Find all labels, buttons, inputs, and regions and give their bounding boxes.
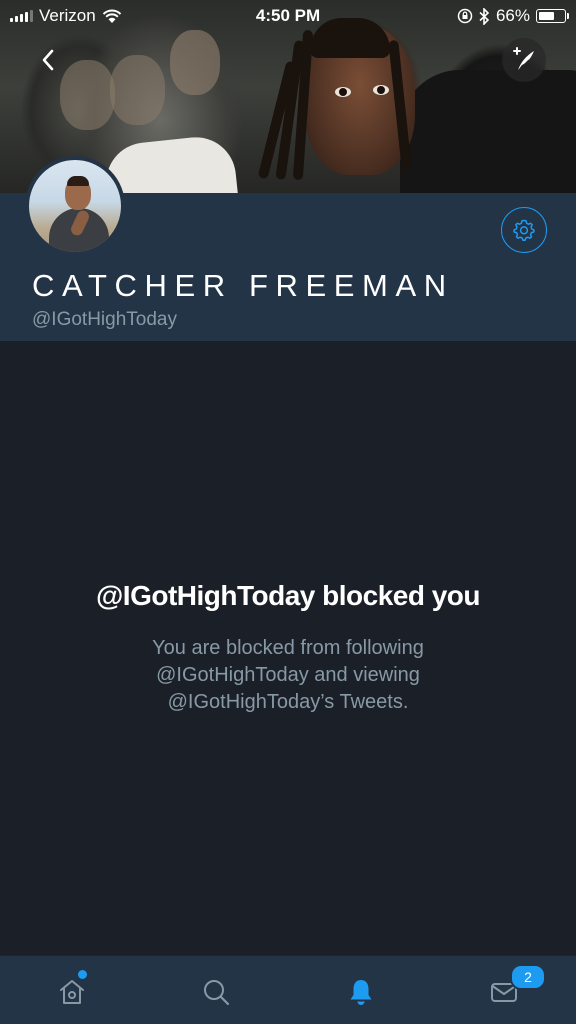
lock-rotation-icon — [457, 8, 473, 24]
tab-notifications[interactable] — [339, 970, 383, 1014]
battery-percent: 66% — [495, 6, 530, 25]
carrier-name: Verizon — [39, 6, 96, 25]
bluetooth-icon — [479, 7, 490, 25]
compose-tweet-icon — [513, 47, 534, 70]
profile-handle: @IGotHighToday — [32, 309, 177, 330]
blocked-title: @IGotHighToday blocked you — [95, 580, 481, 611]
tab-messages[interactable]: 2 — [482, 964, 546, 1014]
bell-icon — [350, 980, 372, 1005]
profile-settings-button[interactable] — [501, 207, 547, 253]
search-icon — [204, 980, 230, 1006]
bottom-tab-bar: 2 — [0, 955, 576, 1024]
back-button[interactable] — [26, 38, 70, 82]
tab-home[interactable] — [50, 970, 94, 1014]
battery-icon — [536, 9, 569, 23]
twitter-profile-screen: Verizon 4:50 PM 66% CATCHER FREEMAN @IGo… — [0, 0, 576, 1024]
profile-display-name: CATCHER FREEMAN — [32, 268, 454, 303]
messages-unread-badge: 2 — [510, 964, 546, 990]
status-bar: Verizon 4:50 PM 66% — [0, 0, 576, 32]
tab-search[interactable] — [194, 970, 238, 1014]
signal-icon — [10, 10, 33, 22]
blocked-description: You are blocked from following @IGotHigh… — [152, 637, 424, 713]
chevron-left-icon — [42, 49, 54, 71]
home-icon — [60, 980, 84, 1004]
compose-tweet-button[interactable] — [502, 38, 546, 82]
home-new-content-dot — [78, 970, 87, 979]
gear-icon — [513, 219, 535, 242]
wifi-icon — [102, 9, 121, 23]
avatar[interactable] — [25, 156, 125, 256]
